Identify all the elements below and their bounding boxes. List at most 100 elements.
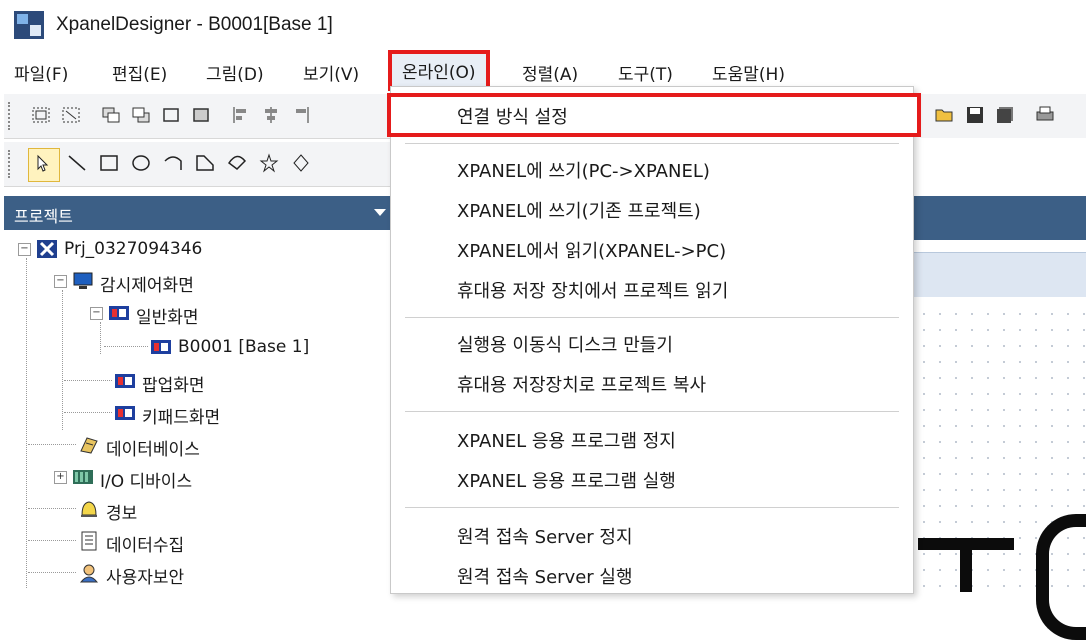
menu-item-run-remote-server[interactable]: 원격 접속 Server 실행	[457, 563, 633, 589]
project-panel-header: 프로젝트	[4, 196, 396, 230]
tree-item-monitor[interactable]: − 감시제어화면	[54, 266, 384, 296]
tree-line	[28, 540, 76, 541]
align-right-icon[interactable]	[290, 105, 312, 125]
menu-item-connection-settings[interactable]: 연결 방식 설정	[387, 93, 921, 137]
send-to-back-icon[interactable]	[190, 105, 212, 125]
align-left-icon[interactable]	[230, 105, 252, 125]
menu-item-write-to-xpanel[interactable]: XPANEL에 쓰기(PC->XPANEL)	[457, 157, 710, 183]
menu-separator	[405, 143, 899, 144]
tree-line	[64, 412, 112, 413]
tree-label: 감시제어화면	[100, 276, 194, 296]
align-center-icon[interactable]	[260, 105, 282, 125]
tree-item-keypad[interactable]: 키패드화면	[114, 398, 374, 428]
toolbar-draw	[4, 142, 396, 187]
tree-line	[28, 508, 76, 509]
save-all-icon[interactable]	[994, 105, 1016, 125]
project-panel-title: 프로젝트	[14, 207, 73, 226]
tree-label: 사용자보안	[106, 568, 185, 588]
tree-label: 데이터수집	[106, 536, 185, 556]
ellipse-icon[interactable]	[130, 153, 152, 173]
ungroup-icon[interactable]	[60, 105, 82, 125]
tree-item-datacollect[interactable]: 데이터수집	[78, 526, 378, 556]
group-icon[interactable]	[30, 105, 52, 125]
io-device-icon	[73, 470, 93, 484]
tree-label: Prj_0327094346	[64, 239, 203, 259]
menu-item-run-app[interactable]: XPANEL 응용 프로그램 실행	[457, 467, 676, 493]
tree-label: I/O 디바이스	[100, 472, 193, 492]
menu-align[interactable]: 정렬(A)	[522, 60, 578, 85]
menu-draw[interactable]: 그림(D)	[206, 60, 264, 85]
menu-separator	[405, 317, 899, 318]
screen-icon	[115, 374, 135, 388]
menu-item-stop-remote-server[interactable]: 원격 접속 Server 정지	[457, 523, 633, 549]
toolbar-layout	[4, 94, 396, 139]
tree-item-alarm[interactable]: 경보	[78, 494, 378, 524]
tree-item-project[interactable]: − Prj_0327094346	[18, 234, 388, 264]
user-icon	[79, 564, 99, 583]
tree-label: 일반화면	[136, 308, 199, 328]
menu-item-stop-app[interactable]: XPANEL 응용 프로그램 정지	[457, 427, 676, 453]
menu-item-make-removable-disk[interactable]: 실행용 이동식 디스크 만들기	[457, 331, 673, 357]
tree-line	[62, 290, 63, 430]
project-tree: − Prj_0327094346 − 감시제어화면 − 일반화면 B0001 […	[4, 232, 396, 592]
collapse-icon[interactable]: −	[18, 243, 31, 256]
menu-edit[interactable]: 편집(E)	[112, 60, 167, 85]
send-backward-icon[interactable]	[130, 105, 152, 125]
pie-icon[interactable]	[226, 153, 248, 173]
tree-line	[28, 444, 76, 445]
tree-item-base[interactable]: B0001 [Base 1]	[150, 332, 390, 362]
screen-icon	[151, 340, 171, 354]
menu-tools[interactable]: 도구(T)	[618, 60, 673, 85]
arc-icon[interactable]	[162, 153, 184, 173]
window-title: XpanelDesigner - B0001[Base 1]	[56, 14, 333, 35]
collapse-icon[interactable]: −	[54, 275, 67, 288]
tree-item-general[interactable]: − 일반화면	[90, 298, 390, 328]
panel-dropdown-icon[interactable]	[374, 209, 386, 216]
rectangle-icon[interactable]	[98, 153, 120, 173]
open-folder-icon[interactable]	[934, 105, 956, 125]
line-icon[interactable]	[66, 153, 88, 173]
data-collect-icon	[81, 531, 97, 551]
menu-online[interactable]: 온라인(O)	[388, 50, 490, 91]
pointer-icon[interactable]	[32, 153, 54, 173]
bring-to-front-icon[interactable]	[160, 105, 182, 125]
canvas-shape-c[interactable]	[1036, 514, 1086, 640]
bring-forward-icon[interactable]	[100, 105, 122, 125]
toolbar-file	[920, 94, 1086, 138]
collapse-icon[interactable]: −	[90, 307, 103, 320]
tree-item-popup[interactable]: 팝업화면	[114, 366, 374, 396]
menu-separator	[405, 507, 899, 508]
tree-label: 데이터베이스	[106, 440, 200, 460]
shape-icon[interactable]	[290, 153, 312, 173]
print-icon[interactable]	[1034, 105, 1056, 125]
workspace-tab[interactable]	[910, 252, 1086, 297]
tree-item-security[interactable]: 사용자보안	[78, 558, 378, 588]
database-icon	[80, 437, 98, 454]
star-icon[interactable]	[258, 153, 280, 173]
tree-item-database[interactable]: 데이터베이스	[78, 430, 378, 460]
screen-icon	[115, 406, 135, 420]
toolbar-grip[interactable]	[8, 102, 14, 130]
menu-bar: 파일(F) 편집(E) 그림(D) 보기(V) 온라인(O) 정렬(A) 도구(…	[0, 50, 1086, 91]
screen-icon	[109, 306, 129, 320]
menu-help[interactable]: 도움말(H)	[712, 60, 785, 85]
tree-item-io[interactable]: + I/O 디바이스	[54, 462, 374, 492]
online-menu-dropdown: 연결 방식 설정 XPANEL에 쓰기(PC->XPANEL) XPANEL에 …	[387, 86, 921, 594]
menu-item-read-from-xpanel[interactable]: XPANEL에서 읽기(XPANEL->PC)	[457, 237, 726, 263]
tree-line	[26, 258, 27, 588]
expand-icon[interactable]: +	[54, 471, 67, 484]
menu-item-copy-to-portable[interactable]: 휴대용 저장장치로 프로젝트 복사	[457, 371, 706, 397]
tree-label: 키패드화면	[142, 408, 221, 428]
save-icon[interactable]	[964, 105, 986, 125]
title-bar: XpanelDesigner - B0001[Base 1]	[0, 0, 1086, 50]
tree-label: 팝업화면	[142, 376, 205, 396]
toolbar-grip-2[interactable]	[8, 150, 14, 178]
polygon-icon[interactable]	[194, 153, 216, 173]
menu-view[interactable]: 보기(V)	[303, 60, 359, 85]
canvas-shape-t[interactable]	[918, 528, 1014, 592]
menu-item-write-existing[interactable]: XPANEL에 쓰기(기존 프로젝트)	[457, 197, 701, 223]
menu-file[interactable]: 파일(F)	[14, 60, 68, 85]
monitor-icon	[73, 272, 93, 289]
menu-item-read-portable[interactable]: 휴대용 저장 장치에서 프로젝트 읽기	[457, 277, 728, 303]
tree-label: 경보	[106, 504, 138, 524]
